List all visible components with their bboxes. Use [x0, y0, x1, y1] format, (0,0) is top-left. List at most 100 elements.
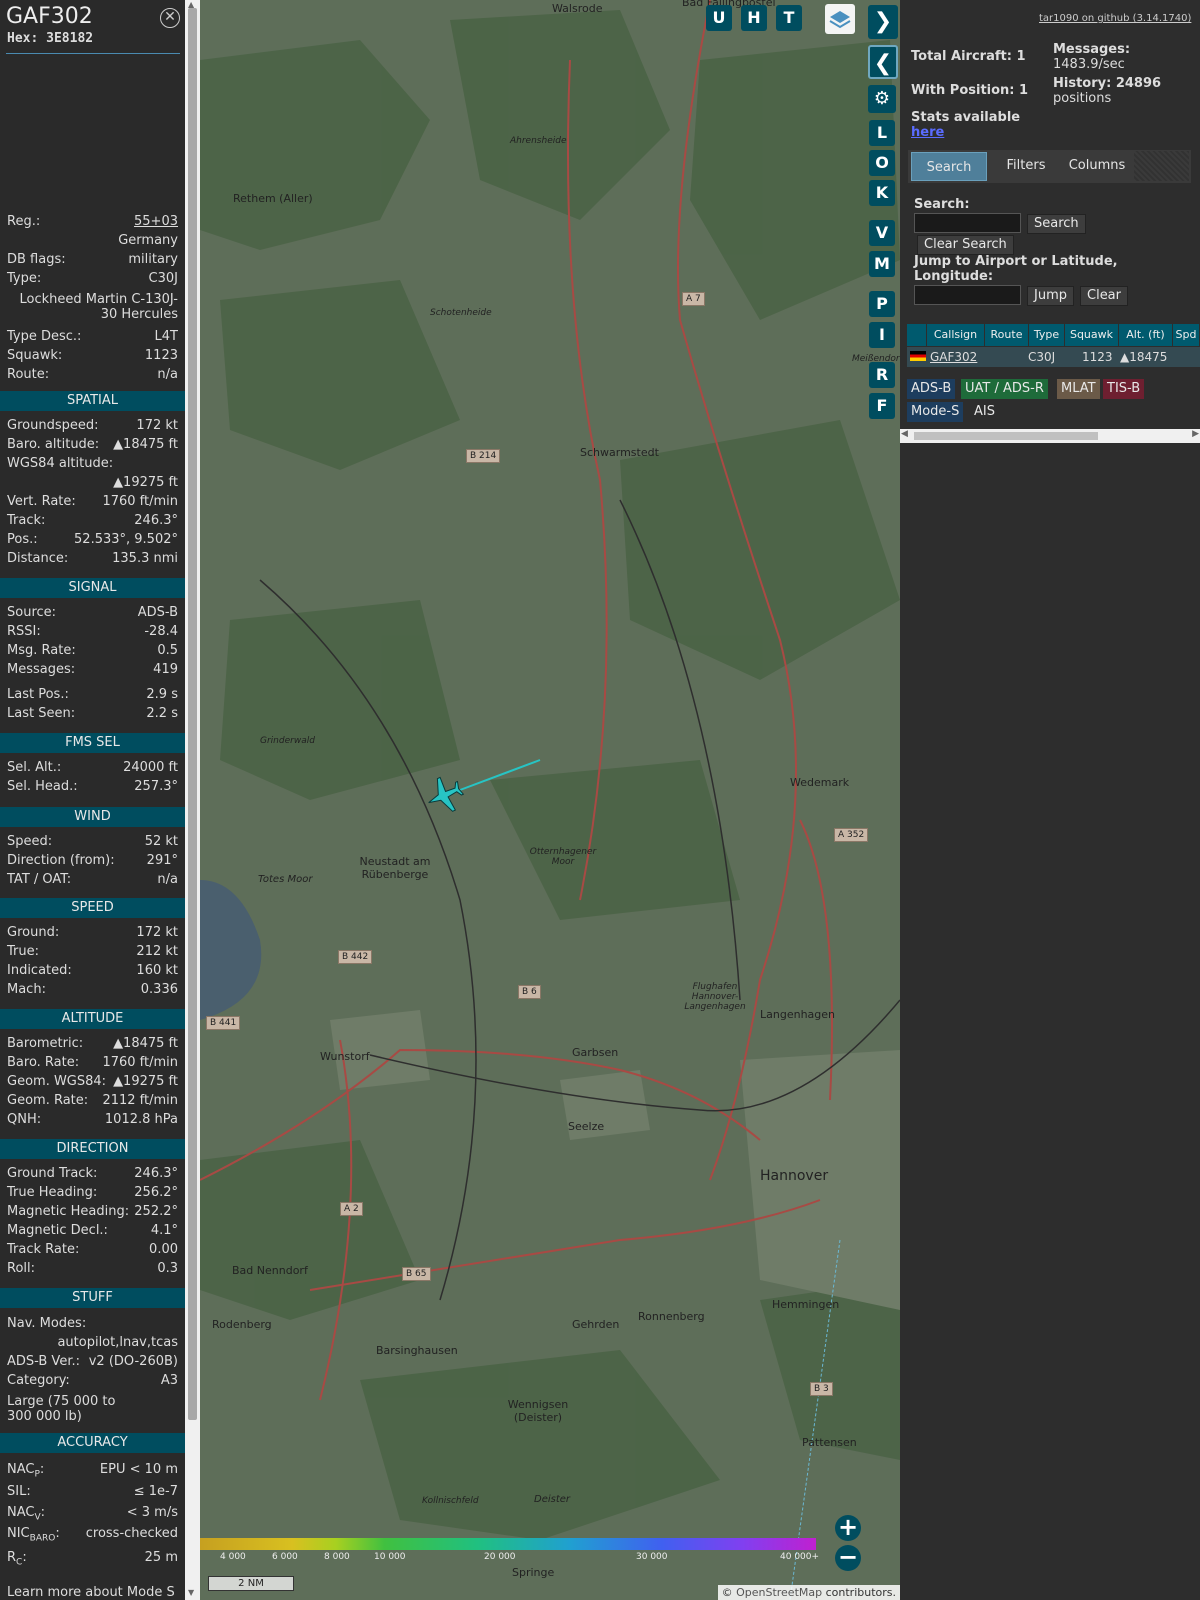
info-row-country: Germany	[7, 232, 178, 250]
info-label: Roll:	[7, 1261, 36, 1276]
altitude-row: Geom. WGS84: ▲19275 ft	[7, 1073, 178, 1091]
altitude-tick: 20 000	[484, 1552, 516, 1562]
scroll-left-icon[interactable]: ◀	[901, 429, 908, 439]
info-value: 246.3°	[134, 513, 178, 528]
legend-ais[interactable]: AIS	[970, 402, 999, 422]
table-header-type[interactable]: Type	[1029, 324, 1065, 346]
toggle-o-button[interactable]: O	[869, 150, 895, 176]
zoom-in-button[interactable]: +	[835, 1515, 861, 1541]
info-label: True Heading:	[7, 1185, 98, 1200]
history-label: History: 24896	[1053, 76, 1162, 91]
chevron-right-icon[interactable]: ❯	[868, 5, 898, 39]
osm-link[interactable]: OpenStreetMap	[736, 1586, 822, 1599]
table-header-speed[interactable]: Spd	[1173, 324, 1200, 346]
clear-search-button[interactable]: Clear Search	[917, 235, 1014, 255]
stats-link[interactable]: here	[911, 125, 944, 140]
road-label: A 2	[340, 1202, 363, 1216]
jump-input[interactable]	[914, 285, 1021, 305]
info-value: 291°	[146, 853, 178, 868]
toggle-t-button[interactable]: T	[776, 5, 802, 31]
info-label: Sel. Alt.:	[7, 760, 62, 775]
table-header-altitude[interactable]: Alt. (ft)	[1119, 324, 1173, 346]
signal-row: Msg. Rate: 0.5	[7, 642, 178, 660]
zoom-out-button[interactable]: −	[835, 1545, 861, 1571]
layers-icon[interactable]	[825, 4, 855, 34]
info-value: 0.3	[157, 1261, 178, 1276]
registration-link[interactable]: 55+03	[134, 213, 178, 231]
row-callsign[interactable]: GAF302	[930, 348, 977, 366]
scroll-thumb[interactable]	[914, 432, 1098, 440]
map-area[interactable]: Walsrode Bad Fallingbostel Ahrensheide R…	[200, 0, 900, 1600]
aircraft-type: C30J	[148, 271, 178, 286]
tab-columns[interactable]: Columns	[1050, 151, 1144, 181]
scroll-thumb[interactable]	[188, 8, 197, 1420]
search-label: Search:	[914, 197, 970, 212]
info-label: Sel. Head.:	[7, 779, 78, 794]
toggle-r-button[interactable]: R	[869, 362, 895, 388]
close-icon[interactable]: ✕	[160, 8, 180, 28]
toggle-l-button[interactable]: L	[869, 120, 895, 146]
info-label: Msg. Rate:	[7, 643, 76, 658]
toggle-h-button[interactable]: H	[741, 5, 767, 31]
legend-tisb[interactable]: TIS-B	[1103, 379, 1145, 399]
jump-label: Jump to Airport or Latitude, Longitude:	[914, 254, 1118, 284]
direction-row: True Heading: 256.2°	[7, 1184, 178, 1202]
info-value: 172 kt	[136, 418, 178, 433]
row-altitude: ▲18475	[1120, 350, 1168, 364]
scroll-right-icon[interactable]: ▶	[1192, 429, 1199, 439]
info-label: Barometric:	[7, 1036, 84, 1051]
scroll-down-icon[interactable]: ▼	[188, 1588, 194, 1597]
table-header-squawk[interactable]: Squawk	[1065, 324, 1119, 346]
road-label: B 3	[810, 1382, 833, 1396]
chevron-left-icon[interactable]: ❮	[868, 45, 898, 79]
left-panel-scrollbar[interactable]: ▲ ▼	[185, 0, 200, 1600]
toggle-k-button[interactable]: K	[869, 180, 895, 206]
legend-adsb[interactable]: ADS-B	[907, 379, 956, 399]
info-label: Route:	[7, 367, 50, 382]
search-button[interactable]: Search	[1027, 214, 1086, 234]
toggle-v-button[interactable]: V	[869, 220, 895, 246]
toggle-m-button[interactable]: M	[869, 251, 895, 277]
info-label: DB flags:	[7, 252, 66, 267]
legend-mlat[interactable]: MLAT	[1057, 379, 1100, 399]
nic-value: cross-checked	[85, 1526, 178, 1541]
legend-modes[interactable]: Mode-S	[907, 402, 964, 422]
toggle-i-button[interactable]: I	[869, 322, 895, 348]
search-input[interactable]	[914, 213, 1021, 233]
place-label: Ahrensheide	[510, 136, 567, 146]
info-value: 160 kt	[136, 963, 178, 978]
place-label: Ronnenberg	[638, 1310, 705, 1323]
with-position: With Position: 1	[911, 83, 1029, 98]
table-header-callsign[interactable]: Callsign	[927, 324, 985, 346]
info-label: True:	[7, 944, 39, 959]
info-label: WGS84 altitude:	[7, 456, 114, 471]
table-header-route[interactable]: Route	[985, 324, 1029, 346]
adsb-version: v2 (DO-260B)	[88, 1354, 178, 1369]
table-horizontal-scrollbar[interactable]: ◀ ▶	[900, 429, 1200, 443]
altitude-color-legend	[200, 1538, 816, 1550]
place-label: Totes Moor	[258, 874, 313, 885]
toggle-u-button[interactable]: U	[706, 5, 732, 31]
info-value: 252.2°	[134, 1204, 178, 1219]
info-label: Nav. Modes:	[7, 1316, 87, 1331]
messages-rate: 1483.9/sec	[1053, 57, 1125, 72]
legend-uat[interactable]: UAT / ADS-R	[961, 379, 1048, 399]
info-value: 0.5	[157, 643, 178, 658]
learn-more-link[interactable]: Learn more about Mode S	[7, 1584, 178, 1600]
direction-row: Magnetic Heading: 252.2°	[7, 1203, 178, 1221]
history-unit: positions	[1053, 91, 1112, 106]
info-label: TAT / OAT:	[7, 872, 72, 887]
aircraft-hex: Hex: 3E8182	[7, 31, 94, 46]
tab-search[interactable]: Search	[911, 152, 987, 181]
info-value: 4.1°	[150, 1223, 178, 1238]
toggle-p-button[interactable]: P	[869, 291, 895, 317]
github-link[interactable]: tar1090 on github (3.14.1740)	[1039, 13, 1191, 24]
info-label: Indicated:	[7, 963, 72, 978]
jump-button[interactable]: Jump	[1027, 286, 1074, 306]
clear-jump-button[interactable]: Clear	[1080, 286, 1128, 306]
gear-icon[interactable]: ⚙	[868, 85, 896, 113]
table-header-flag	[907, 324, 927, 346]
toggle-f-button[interactable]: F	[869, 393, 895, 419]
info-row-squawk: Squawk: 1123	[7, 347, 178, 365]
info-value: 2.2 s	[146, 706, 178, 721]
